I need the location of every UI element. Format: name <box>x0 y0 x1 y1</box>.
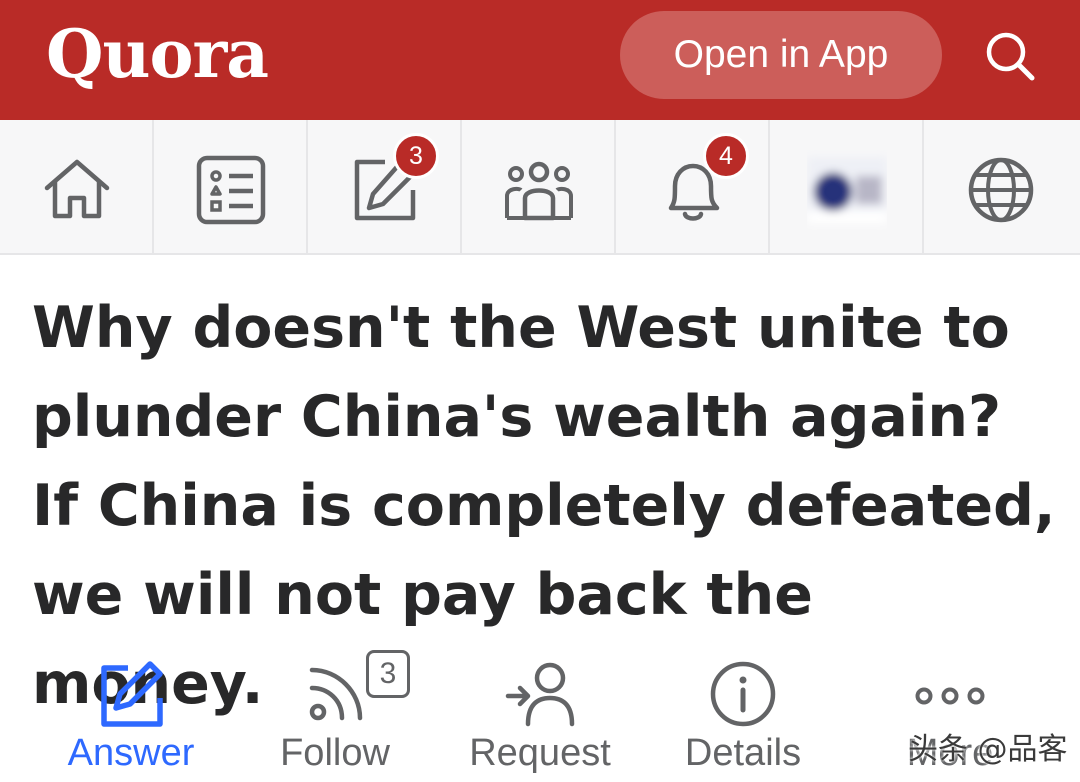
pencil-square-icon <box>101 661 163 727</box>
notifications-badge: 4 <box>703 133 749 179</box>
nav-write[interactable]: 3 <box>308 120 462 253</box>
answer-button[interactable]: Answer <box>50 648 212 782</box>
home-icon <box>44 159 110 219</box>
watermark-text: 头条 @品客 <box>908 732 1068 767</box>
request-user-icon <box>505 662 575 727</box>
answer-label: Answer <box>67 732 195 774</box>
top-header: Quora Open in App <box>0 0 1080 120</box>
rss-feed-icon <box>309 667 363 721</box>
search-icon <box>986 32 1035 81</box>
more-dots-icon <box>915 687 985 705</box>
profile-avatar <box>807 156 887 224</box>
follow-count: 3 <box>366 650 410 698</box>
info-icon <box>710 661 776 727</box>
globe-icon <box>968 157 1034 223</box>
quora-logo[interactable]: Quora <box>46 14 269 94</box>
nav-profile[interactable] <box>770 120 924 253</box>
nav-tab-bar: 3 4 <box>0 120 1080 255</box>
nav-home[interactable] <box>0 120 154 253</box>
details-label: Details <box>684 732 802 774</box>
search-button[interactable] <box>982 28 1038 84</box>
open-in-app-button[interactable]: Open in App <box>620 11 942 99</box>
nav-spaces[interactable] <box>462 120 616 253</box>
request-label: Request <box>469 732 611 774</box>
write-badge: 3 <box>393 133 439 179</box>
spaces-icon <box>505 161 573 221</box>
following-feed-icon <box>196 155 266 225</box>
nav-following[interactable] <box>154 120 308 253</box>
nav-notifications[interactable]: 4 <box>616 120 770 253</box>
request-button[interactable]: Request <box>462 648 618 782</box>
follow-label: Follow <box>280 732 390 774</box>
details-button[interactable]: Details <box>672 648 814 782</box>
nav-languages[interactable] <box>924 120 1080 253</box>
